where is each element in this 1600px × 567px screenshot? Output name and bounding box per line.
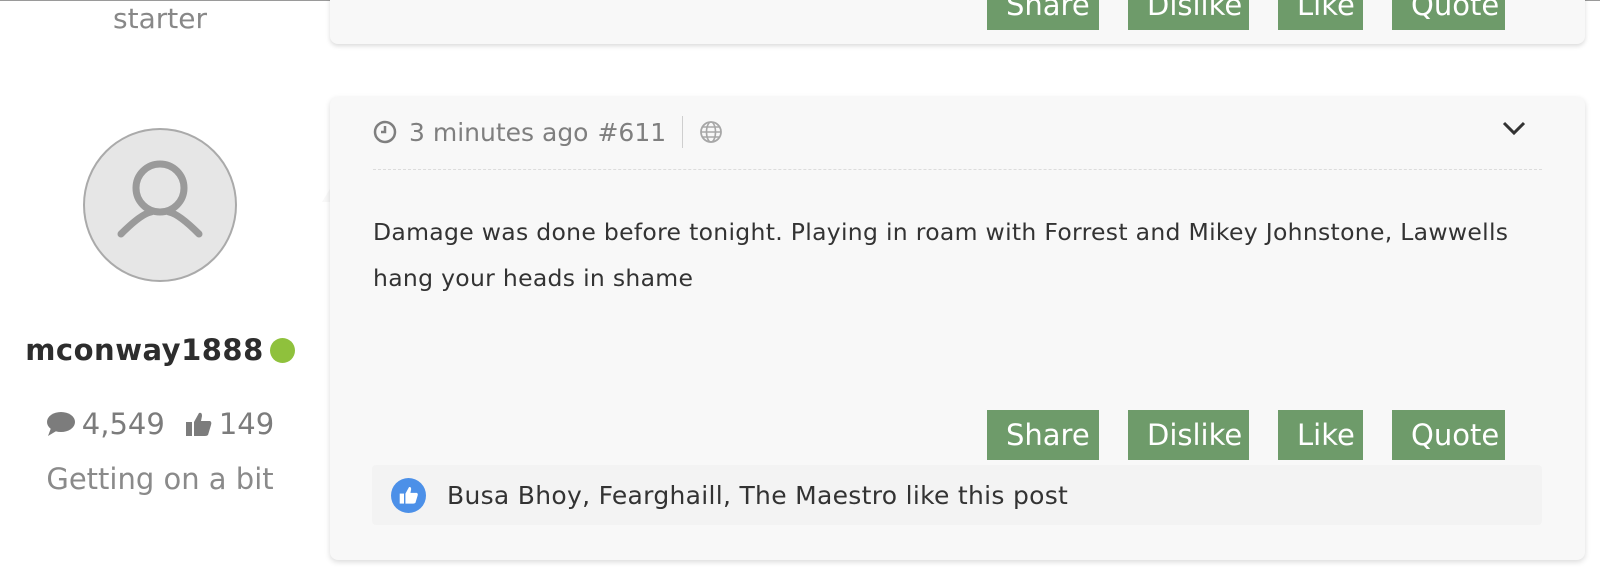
- likes-bar: Busa Bhoy, Fearghaill, The Maestro like …: [372, 465, 1542, 525]
- speech-bubble-icon: [46, 412, 75, 436]
- dislike-button[interactable]: Dislike: [1128, 410, 1249, 460]
- meta-divider: [373, 169, 1542, 170]
- previous-share-button[interactable]: Share: [987, 0, 1099, 30]
- globe-icon: [700, 121, 723, 143]
- post-card: 3 minutes ago #611 Damage was done befor…: [330, 97, 1585, 560]
- share-button[interactable]: Share: [987, 410, 1099, 460]
- message-count: 4,549: [81, 407, 165, 441]
- previous-post-actions: Share Dislike Like Quote: [987, 0, 1505, 30]
- quote-button[interactable]: Quote: [1392, 410, 1505, 460]
- clock-icon: [373, 120, 397, 144]
- likes-text[interactable]: Busa Bhoy, Fearghaill, The Maestro like …: [447, 481, 1068, 510]
- username-row: mconway1888: [0, 333, 320, 367]
- post-body: Damage was done before tonight. Playing …: [373, 218, 1509, 292]
- previous-user-rank: starter: [113, 2, 207, 35]
- online-status-indicator: [269, 337, 295, 363]
- user-placeholder-icon: [117, 160, 203, 238]
- post-actions: Share Dislike Like Quote: [987, 410, 1505, 460]
- chevron-down-icon[interactable]: [1501, 119, 1527, 137]
- previous-post-card: Share Dislike Like Quote: [330, 0, 1585, 44]
- previous-quote-button[interactable]: Quote: [1392, 0, 1505, 30]
- like-badge-icon: [391, 477, 426, 513]
- previous-like-button[interactable]: Like: [1278, 0, 1363, 30]
- user-rank: Getting on a bit: [46, 462, 274, 496]
- previous-dislike-button[interactable]: Dislike: [1128, 0, 1249, 30]
- post-meta: 3 minutes ago #611: [373, 115, 723, 149]
- like-count: 149: [218, 407, 275, 441]
- like-button[interactable]: Like: [1278, 410, 1363, 460]
- thumbs-up-icon: [399, 487, 418, 504]
- thumbs-up-icon: [185, 412, 212, 436]
- username[interactable]: mconway1888: [25, 333, 264, 367]
- post-time[interactable]: 3 minutes ago: [409, 118, 588, 147]
- user-stats: 4,549 149: [0, 407, 320, 441]
- post-number[interactable]: #611: [597, 118, 666, 147]
- meta-separator: [682, 116, 684, 148]
- avatar[interactable]: [83, 128, 237, 282]
